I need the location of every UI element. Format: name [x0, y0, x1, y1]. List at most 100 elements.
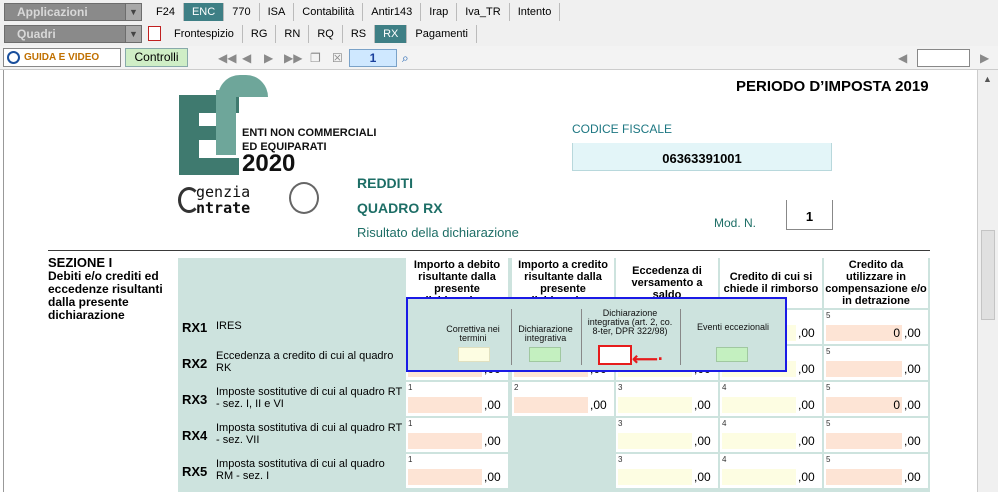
tab-intento[interactable]: Intento [510, 3, 561, 21]
sezione-desc: Debiti e/o crediti ed eccedenze risultan… [48, 269, 163, 322]
sub-menu-row: Quadri ▼ Frontespizio RG RN RQ RS RX Pagamenti [0, 23, 998, 46]
tab-irap[interactable]: Irap [421, 3, 458, 21]
quadro-tab-rx[interactable]: RX [375, 25, 408, 43]
quadro-tab-frontespizio[interactable]: Frontespizio [166, 25, 243, 43]
controlli-button[interactable]: Controlli [125, 48, 188, 67]
top-tabs: F24 ENC 770 ISA Contabilità Antir143 Irap Iva_T… [148, 3, 561, 21]
cell-index: 3 [618, 419, 623, 428]
table-cell: 5,00 [824, 346, 928, 380]
next-page-icon[interactable]: ▶ [264, 51, 273, 65]
table-cell: 1,00 [406, 454, 508, 488]
table-cell: 5,00 [824, 454, 928, 488]
amount-field[interactable] [408, 433, 482, 449]
amount-field[interactable] [408, 397, 482, 413]
amount-field[interactable] [618, 469, 692, 485]
scroll-up-icon[interactable]: ▲ [983, 74, 992, 84]
amount-field[interactable] [826, 433, 902, 449]
quadri-label: Quadri [17, 27, 56, 41]
quadro-tabs: Frontespizio RG RN RQ RS RX Pagamenti [166, 25, 477, 43]
tab-contabilit-[interactable]: Contabilità [294, 3, 364, 21]
cell-index: 2 [514, 383, 519, 392]
cell-index: 5 [826, 311, 831, 320]
tab-770[interactable]: 770 [224, 3, 260, 21]
sezione-title: SEZIONE I [48, 255, 113, 270]
amount-field[interactable]: 0 [826, 325, 902, 341]
app-window: Applicazioni ▼ F24 ENC 770 ISA Contabilità An… [0, 0, 998, 492]
rx-table: Importo a debito risultante dalla presen… [178, 258, 930, 492]
amount-field[interactable] [722, 397, 796, 413]
quadro-tab-rn[interactable]: RN [276, 25, 310, 43]
eventi-checkbox[interactable] [716, 347, 748, 362]
copy-page-icon[interactable]: ❐ [310, 51, 321, 65]
quadro-tab-rg[interactable]: RG [243, 25, 277, 43]
scroll-left-icon[interactable]: ◀ [898, 51, 907, 65]
page-number-field[interactable]: 1 [349, 49, 397, 67]
pdf-icon[interactable] [148, 26, 161, 41]
quadro-tab-pagamenti[interactable]: Pagamenti [407, 25, 477, 43]
correttiva-checkbox[interactable] [458, 347, 490, 362]
table-cell: 1,00 [406, 418, 508, 452]
decimal-suffix: ,00 [904, 362, 921, 376]
first-page-icon[interactable]: ◀◀ [218, 51, 236, 65]
chevron-down-icon[interactable]: ▼ [125, 4, 141, 20]
row-desc: Imposte sostitutive di cui al quadro RT … [216, 386, 403, 410]
amount-field[interactable]: 0 [826, 397, 902, 413]
decimal-suffix: ,00 [904, 434, 921, 448]
decimal-suffix: ,00 [694, 434, 711, 448]
tab-isa[interactable]: ISA [260, 3, 295, 21]
scroll-thumb[interactable] [981, 230, 995, 320]
document-page: PERIODO D’IMPOSTA 2019 ENTI NON COMMERCI… [3, 70, 977, 492]
quadro-tab-rs[interactable]: RS [343, 25, 376, 43]
decimal-suffix: ,00 [798, 434, 815, 448]
table-cell: 4,00 [720, 454, 822, 488]
integrativa-label: Dichiarazione integrativa [518, 324, 573, 343]
cell-index: 5 [826, 383, 831, 392]
applicazioni-dropdown[interactable]: Applicazioni ▼ [4, 3, 142, 21]
decimal-suffix: ,00 [484, 470, 501, 484]
quadri-dropdown[interactable]: Quadri ▼ [4, 25, 142, 43]
decimal-suffix: ,00 [904, 398, 921, 412]
integrativa-art-field[interactable] [598, 345, 632, 365]
table-cell: 4,00 [720, 418, 822, 452]
tab-f24[interactable]: F24 [148, 3, 184, 21]
sezione-block: SEZIONE I Debiti e/o crediti ed eccedenz… [48, 255, 178, 322]
amount-field[interactable] [618, 433, 692, 449]
integrativa-art-label: Dichiarazione integrativa (art. 2, co. 8… [587, 308, 673, 336]
chevron-down-icon[interactable]: ▼ [125, 26, 141, 42]
table-cell: 5 0,00 [824, 310, 928, 344]
cell-index: 1 [408, 419, 413, 428]
right-input[interactable] [917, 49, 970, 67]
integrativa-checkbox[interactable] [529, 347, 561, 362]
cell-index: 5 [826, 419, 831, 428]
quadro-tab-rq[interactable]: RQ [309, 25, 343, 43]
correttiva-label: Correttiva nei termini [446, 324, 500, 343]
delete-page-icon[interactable]: ☒ [332, 51, 343, 65]
tab-antir143[interactable]: Antir143 [363, 3, 422, 21]
decimal-suffix: ,00 [484, 398, 501, 412]
amount-field[interactable] [514, 397, 588, 413]
last-page-icon[interactable]: ▶▶ [284, 51, 302, 65]
search-page-icon[interactable]: ⌕ [402, 51, 409, 65]
codice-fiscale-field[interactable]: 06363391001 [572, 143, 832, 171]
mod-n-field[interactable]: 1 [786, 200, 833, 230]
amount-field[interactable] [722, 469, 796, 485]
cell-index: 4 [722, 419, 727, 428]
periodo-imposta: PERIODO D’IMPOSTA 2019 [736, 78, 929, 95]
table-cell: 5 0,00 [824, 382, 928, 416]
prev-page-icon[interactable]: ◀ [242, 51, 251, 65]
table-cell: 3,00 [616, 382, 718, 416]
decimal-suffix: ,00 [694, 470, 711, 484]
amount-field[interactable] [826, 469, 902, 485]
row-desc: Imposta sostitutiva di cui al quadro RM … [216, 458, 385, 482]
amount-field[interactable] [618, 397, 692, 413]
amount-field[interactable] [408, 469, 482, 485]
row-code: RX1 [182, 320, 208, 335]
vertical-scrollbar[interactable]: ▲ [977, 70, 998, 492]
amount-field[interactable] [722, 433, 796, 449]
guida-video-button[interactable]: GUIDA E VIDEO [3, 48, 121, 67]
scroll-right-icon[interactable]: ▶ [980, 51, 989, 65]
cell-index: 5 [826, 455, 831, 464]
tab-enc[interactable]: ENC [183, 3, 225, 21]
amount-field[interactable] [826, 361, 902, 377]
tab-iva-tr[interactable]: Iva_TR [457, 3, 510, 21]
